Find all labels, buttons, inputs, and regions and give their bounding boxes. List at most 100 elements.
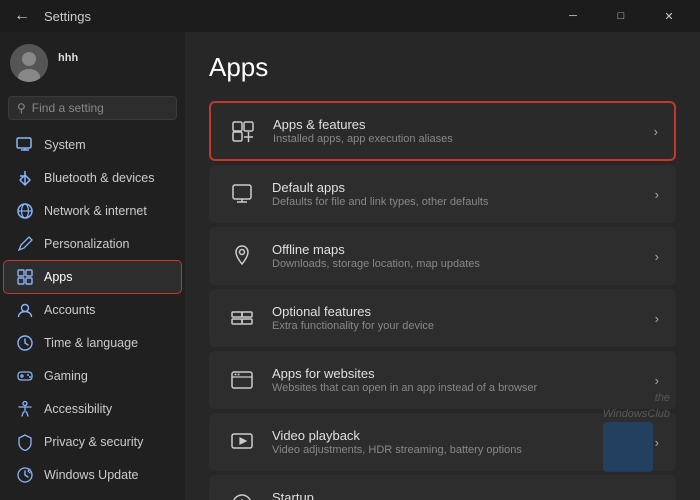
apps-features-icon (227, 115, 259, 147)
close-button[interactable]: ✕ (646, 0, 692, 32)
sidebar-item-bluetooth[interactable]: Bluetooth & devices (4, 162, 181, 194)
setting-item-left-offline-maps: Offline maps Downloads, storage location… (226, 240, 480, 272)
system-icon (16, 136, 34, 154)
setting-item-left-apps-websites: Apps for websites Websites that can open… (226, 364, 537, 396)
back-button[interactable]: ← (8, 2, 36, 30)
sidebar-item-system[interactable]: System (4, 129, 181, 161)
settings-list: Apps & features Installed apps, app exec… (209, 101, 676, 500)
setting-item-left-video-playback: Video playback Video adjustments, HDR st… (226, 426, 522, 458)
sidebar-item-network[interactable]: Network & internet (4, 195, 181, 227)
window-controls: ─ □ ✕ (550, 0, 692, 32)
main-layout: hhh​​​​​​​ ​​​​​​ ⚲ System Bluetooth & d… (0, 32, 700, 500)
sidebar-item-label-windows-update: Windows Update (44, 468, 139, 482)
setting-text-apps-features: Apps & features Installed apps, app exec… (273, 117, 453, 145)
setting-text-default-apps: Default apps Defaults for file and link … (272, 180, 488, 208)
setting-item-left-startup: Startup Apps that start automatically wh… (226, 488, 495, 500)
optional-features-icon (226, 302, 258, 334)
sidebar: hhh​​​​​​​ ​​​​​​ ⚲ System Bluetooth & d… (0, 32, 185, 500)
gaming-icon (16, 367, 34, 385)
setting-item-default-apps[interactable]: Default apps Defaults for file and link … (209, 165, 676, 223)
setting-item-optional-features[interactable]: Optional features Extra functionality fo… (209, 289, 676, 347)
sidebar-item-label-accessibility: Accessibility (44, 402, 112, 416)
titlebar-left: ← Settings (8, 2, 91, 30)
setting-text-startup: Startup Apps that start automatically wh… (272, 490, 495, 500)
back-icon: ← (14, 7, 30, 25)
content-area: Apps Apps & features Installed apps, app… (185, 32, 700, 500)
setting-title-apps-websites: Apps for websites (272, 366, 537, 381)
sidebar-item-accounts[interactable]: Accounts (4, 294, 181, 326)
sidebar-item-label-privacy: Privacy & security (44, 435, 143, 449)
close-icon: ✕ (664, 10, 673, 23)
personalization-icon (16, 235, 34, 253)
user-email: ​​​​​​ (58, 64, 78, 75)
maximize-button[interactable]: □ (598, 0, 644, 32)
setting-item-offline-maps[interactable]: Offline maps Downloads, storage location… (209, 227, 676, 285)
sidebar-item-label-time: Time & language (44, 336, 138, 350)
startup-icon (226, 488, 258, 500)
setting-desc-apps-features: Installed apps, app execution aliases (273, 133, 453, 145)
sidebar-item-label-network: Network & internet (44, 204, 147, 218)
setting-title-startup: Startup (272, 490, 495, 500)
setting-item-apps-websites[interactable]: Apps for websites Websites that can open… (209, 351, 676, 409)
page-title: Apps (209, 52, 676, 83)
sidebar-item-label-accounts: Accounts (44, 303, 95, 317)
minimize-icon: ─ (569, 10, 577, 22)
search-input[interactable] (32, 101, 185, 115)
search-box[interactable]: ⚲ (8, 96, 177, 120)
sidebar-item-label-apps: Apps (44, 270, 73, 284)
titlebar-title: Settings (44, 9, 91, 24)
setting-title-default-apps: Default apps (272, 180, 488, 195)
sidebar-item-label-system: System (44, 138, 86, 152)
video-playback-icon (226, 426, 258, 458)
accessibility-icon (16, 400, 34, 418)
setting-item-startup[interactable]: Startup Apps that start automatically wh… (209, 475, 676, 500)
setting-desc-video-playback: Video adjustments, HDR streaming, batter… (272, 444, 522, 456)
setting-text-video-playback: Video playback Video adjustments, HDR st… (272, 428, 522, 456)
minimize-button[interactable]: ─ (550, 0, 596, 32)
setting-desc-apps-websites: Websites that can open in an app instead… (272, 382, 537, 394)
sidebar-item-label-bluetooth: Bluetooth & devices (44, 171, 155, 185)
setting-item-left-optional-features: Optional features Extra functionality fo… (226, 302, 434, 334)
maximize-icon: □ (618, 10, 625, 22)
chevron-right-icon-video-playback: › (655, 435, 659, 450)
setting-title-optional-features: Optional features (272, 304, 434, 319)
titlebar: ← Settings ─ □ ✕ (0, 0, 700, 32)
sidebar-item-label-gaming: Gaming (44, 369, 88, 383)
setting-title-apps-features: Apps & features (273, 117, 453, 132)
setting-item-apps-features[interactable]: Apps & features Installed apps, app exec… (209, 101, 676, 161)
network-icon (16, 202, 34, 220)
privacy-icon (16, 433, 34, 451)
setting-title-video-playback: Video playback (272, 428, 522, 443)
setting-item-video-playback[interactable]: Video playback Video adjustments, HDR st… (209, 413, 676, 471)
offline-maps-icon (226, 240, 258, 272)
chevron-right-icon-startup: › (655, 497, 659, 500)
search-icon: ⚲ (17, 101, 26, 115)
chevron-right-icon-optional-features: › (655, 311, 659, 326)
sidebar-item-accessibility[interactable]: Accessibility (4, 393, 181, 425)
accounts-icon (16, 301, 34, 319)
sidebar-item-privacy[interactable]: Privacy & security (4, 426, 181, 458)
sidebar-item-label-personalization: Personalization (44, 237, 129, 251)
sidebar-item-gaming[interactable]: Gaming (4, 360, 181, 392)
setting-text-apps-websites: Apps for websites Websites that can open… (272, 366, 537, 394)
setting-item-left-default-apps: Default apps Defaults for file and link … (226, 178, 488, 210)
setting-desc-optional-features: Extra functionality for your device (272, 320, 434, 332)
sidebar-item-personalization[interactable]: Personalization (4, 228, 181, 260)
chevron-right-icon-default-apps: › (655, 187, 659, 202)
user-name: hhh​​​​​​​ (58, 52, 78, 64)
setting-title-offline-maps: Offline maps (272, 242, 480, 257)
apps-icon (16, 268, 34, 286)
sidebar-item-apps[interactable]: Apps (4, 261, 181, 293)
setting-text-offline-maps: Offline maps Downloads, storage location… (272, 242, 480, 270)
user-profile: hhh​​​​​​​ ​​​​​​ (0, 32, 185, 92)
sidebar-nav: System Bluetooth & devices Network & int… (0, 128, 185, 492)
default-apps-icon (226, 178, 258, 210)
user-info: hhh​​​​​​​ ​​​​​​ (58, 52, 78, 75)
sidebar-item-windows-update[interactable]: Windows Update (4, 459, 181, 491)
chevron-right-icon-apps-websites: › (655, 373, 659, 388)
windows-update-icon (16, 466, 34, 484)
avatar (10, 44, 48, 82)
chevron-right-icon-apps-features: › (654, 124, 658, 139)
sidebar-item-time[interactable]: Time & language (4, 327, 181, 359)
bluetooth-icon (16, 169, 34, 187)
